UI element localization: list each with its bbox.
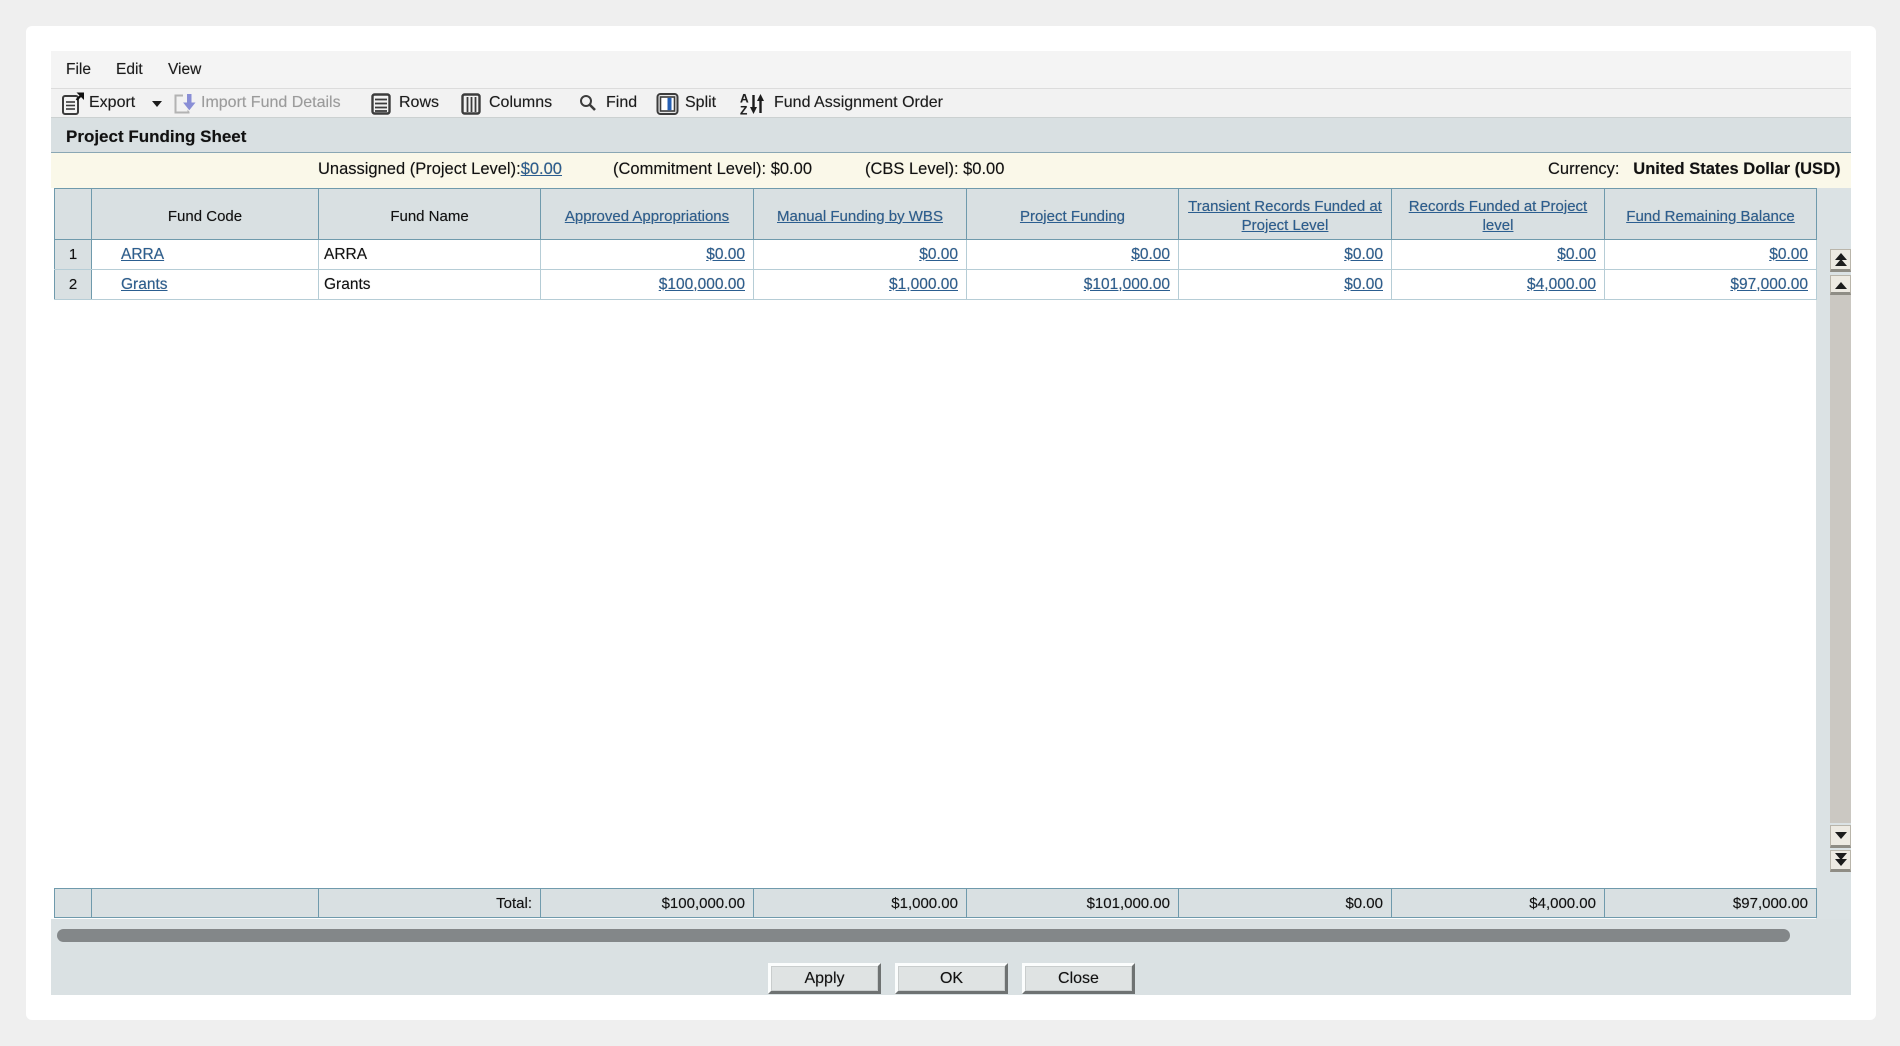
svg-text:Z: Z [740,104,747,117]
